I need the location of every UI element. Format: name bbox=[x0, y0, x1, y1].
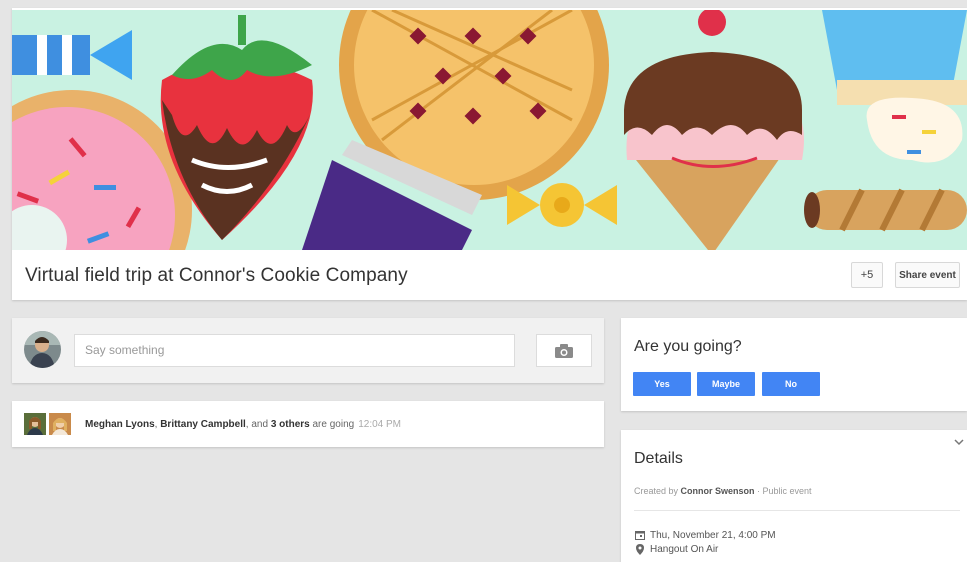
event-date: Thu, November 21, 4:00 PM bbox=[650, 529, 776, 541]
rsvp-question: Are you going? bbox=[634, 338, 742, 355]
event-banner-image bbox=[12, 10, 967, 250]
rsvp-card: Are you going? Yes Maybe No bbox=[621, 318, 967, 411]
attendee-link[interactable]: Brittany Campbell bbox=[160, 419, 246, 430]
plus-one-button[interactable]: +5 bbox=[851, 262, 883, 288]
attendees-summary: Meghan Lyons, Brittany Campbell, and 3 o… bbox=[85, 419, 401, 430]
attendee-avatar[interactable] bbox=[49, 413, 71, 435]
event-location[interactable]: Hangout On Air bbox=[650, 544, 718, 555]
others-link[interactable]: 3 others bbox=[271, 419, 310, 430]
rsvp-yes-button[interactable]: Yes bbox=[633, 372, 691, 396]
creator-link[interactable]: Connor Swenson bbox=[681, 486, 755, 496]
details-title: Details bbox=[634, 450, 683, 467]
visibility-label: · Public event bbox=[754, 486, 812, 496]
calendar-icon bbox=[634, 529, 646, 541]
add-photo-button[interactable] bbox=[536, 334, 592, 367]
rsvp-no-button[interactable]: No bbox=[762, 372, 820, 396]
event-header-card: Virtual field trip at Connor's Cookie Co… bbox=[12, 8, 967, 300]
attendee-avatar[interactable] bbox=[24, 413, 46, 435]
share-event-button[interactable]: Share event bbox=[895, 262, 960, 288]
attendees-card: Meghan Lyons, Brittany Campbell, and 3 o… bbox=[12, 401, 604, 447]
created-by-line: Created by Connor Swenson · Public event bbox=[634, 486, 812, 496]
details-card: Details Created by Connor Swenson · Publ… bbox=[621, 430, 967, 562]
post-composer-card: Say something bbox=[12, 318, 604, 383]
event-title: Virtual field trip at Connor's Cookie Co… bbox=[25, 265, 408, 286]
say-something-input[interactable]: Say something bbox=[74, 334, 515, 367]
created-by-prefix: Created by bbox=[634, 486, 681, 496]
divider bbox=[634, 510, 960, 511]
chevron-down-icon[interactable] bbox=[953, 436, 965, 448]
separator: , and bbox=[245, 419, 271, 430]
event-location-row: Hangout On Air bbox=[634, 543, 718, 555]
timestamp: 12:04 PM bbox=[358, 419, 402, 430]
location-pin-icon bbox=[634, 543, 646, 555]
attendee-link[interactable]: Meghan Lyons bbox=[85, 419, 155, 430]
camera-icon bbox=[555, 343, 573, 358]
going-suffix: are going bbox=[309, 419, 355, 430]
user-avatar[interactable] bbox=[24, 331, 61, 368]
rsvp-maybe-button[interactable]: Maybe bbox=[697, 372, 755, 396]
event-date-row: Thu, November 21, 4:00 PM bbox=[634, 529, 776, 541]
